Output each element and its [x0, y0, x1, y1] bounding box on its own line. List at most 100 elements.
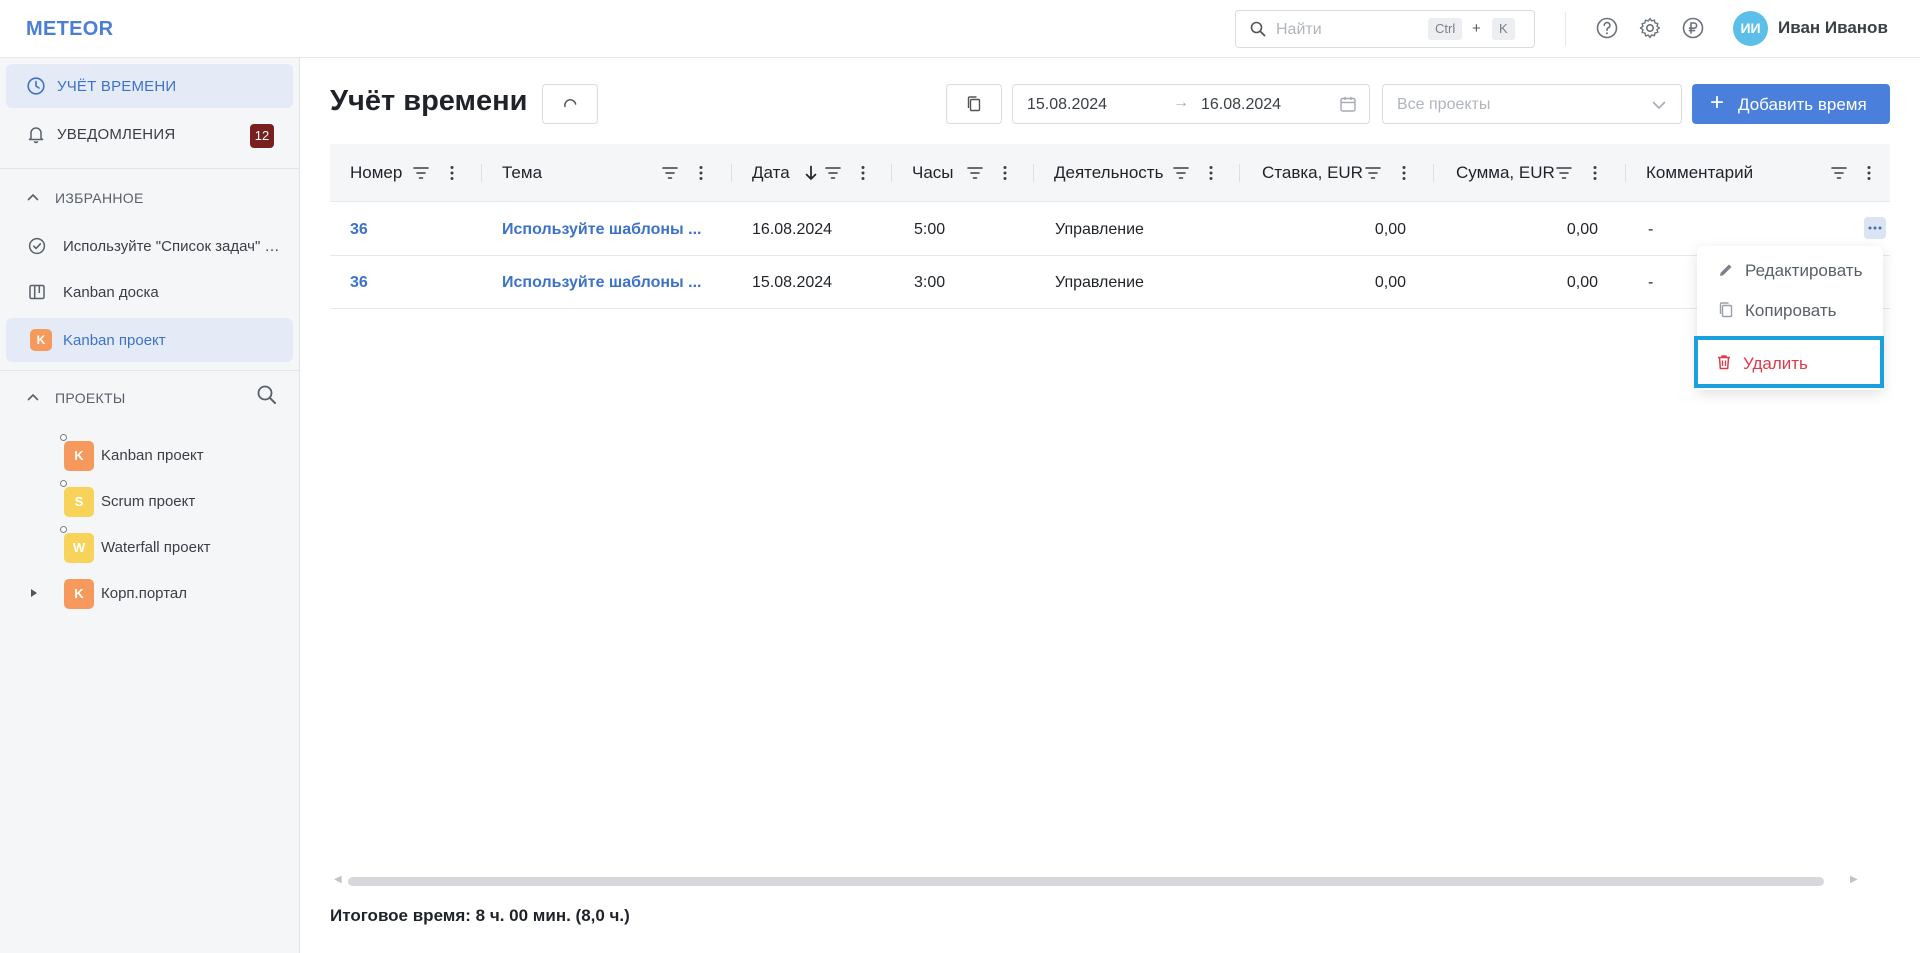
bell-icon — [28, 127, 44, 144]
column-label: Сумма, EUR — [1456, 163, 1555, 182]
refresh-button[interactable] — [542, 84, 598, 124]
column-header-date[interactable]: Дата — [732, 144, 892, 202]
notification-count-badge: 12 — [250, 124, 274, 148]
chevron-up-icon — [27, 193, 39, 201]
project-item-scrum[interactable]: S Scrum проект — [0, 479, 300, 519]
filter-icon[interactable] — [412, 164, 430, 182]
row-actions-button[interactable] — [1864, 217, 1886, 239]
pencil-icon — [1720, 264, 1732, 276]
project-filter-select[interactable]: Все проекты — [1382, 84, 1682, 124]
column-header-hours[interactable]: Часы — [892, 144, 1034, 202]
horizontal-scrollbar-thumb[interactable] — [348, 877, 1824, 886]
search-box[interactable]: Найти Ctrl + K — [1235, 10, 1535, 48]
project-item-kanban[interactable]: K Kanban проект — [0, 433, 300, 473]
project-item-label: Корп.портал — [101, 585, 187, 602]
cell-subject-link[interactable]: Используйте шаблоны ... — [502, 274, 701, 292]
chevron-down-icon — [1652, 101, 1666, 110]
project-badge: K — [30, 329, 52, 351]
add-time-button[interactable]: + Добавить время — [1692, 84, 1890, 124]
more-vertical-icon[interactable] — [854, 164, 872, 182]
gear-icon[interactable] — [1638, 16, 1662, 40]
project-badge: S — [64, 487, 94, 517]
date-arrow: → — [1173, 94, 1189, 111]
column-header-subject[interactable]: Тема — [482, 144, 732, 202]
sort-descending-icon[interactable] — [802, 164, 820, 182]
filter-icon[interactable] — [1830, 164, 1848, 182]
expand-caret-icon[interactable] — [31, 589, 37, 597]
favorites-section-header[interactable]: ИЗБРАННОЕ — [26, 186, 286, 210]
column-label: Номер — [350, 163, 403, 182]
refresh-icon — [564, 99, 577, 108]
column-header-activity[interactable]: Деятельность — [1034, 144, 1240, 202]
scroll-right-arrow[interactable]: ▶ — [1850, 874, 1858, 885]
tree-dot — [60, 480, 67, 487]
filter-icon[interactable] — [824, 164, 842, 182]
column-label: Часы — [912, 163, 954, 182]
menu-item-copy[interactable]: Копировать — [1697, 290, 1883, 330]
cell-sum: 0,00 — [1566, 221, 1598, 238]
avatar[interactable]: ИИ — [1733, 11, 1768, 46]
clock-icon — [27, 77, 45, 95]
column-label: Тема — [502, 163, 543, 182]
shortcut-ctrl: Ctrl — [1428, 18, 1463, 40]
plus-icon: + — [1710, 89, 1725, 116]
column-label: Ставка, EUR — [1262, 163, 1363, 182]
column-header-number[interactable]: Номер — [330, 144, 482, 202]
search-placeholder: Найти — [1276, 21, 1322, 38]
project-item-corp-portal[interactable]: K Корп.портал — [0, 571, 300, 611]
more-vertical-icon[interactable] — [1395, 164, 1413, 182]
more-vertical-icon[interactable] — [996, 164, 1014, 182]
column-header-rate[interactable]: Ставка, EUR — [1240, 144, 1434, 202]
table-row[interactable]: 36 Используйте шаблоны ... 15.08.2024 3:… — [330, 256, 1890, 309]
date-from[interactable]: 15.08.2024 — [1027, 96, 1107, 114]
filter-icon[interactable] — [1364, 164, 1382, 182]
cell-hours: 3:00 — [914, 274, 946, 291]
cell-number-link[interactable]: 36 — [350, 274, 368, 292]
more-vertical-icon[interactable] — [692, 164, 710, 182]
table-row[interactable]: 36 Используйте шаблоны ... 16.08.2024 5:… — [330, 203, 1890, 256]
date-to[interactable]: 16.08.2024 — [1201, 96, 1281, 114]
cell-comment: - — [1648, 274, 1654, 291]
filter-icon[interactable] — [966, 164, 984, 182]
sidebar-item-label: УВЕДОМЛЕНИЯ — [57, 126, 176, 143]
project-item-label: Waterfall проект — [101, 539, 211, 556]
favorite-item-task-list[interactable]: Используйте "Список задач" для планирова… — [6, 224, 293, 268]
sidebar-item-time-tracking[interactable]: УЧЁТ ВРЕМЕНИ — [6, 64, 293, 108]
projects-section-header[interactable]: ПРОЕКТЫ — [26, 384, 286, 408]
search-icon[interactable] — [256, 384, 278, 406]
more-vertical-icon[interactable] — [443, 164, 461, 182]
project-badge: K — [64, 441, 94, 471]
filter-icon[interactable] — [661, 164, 679, 182]
more-vertical-icon[interactable] — [1586, 164, 1604, 182]
scroll-left-arrow[interactable]: ◀ — [334, 874, 342, 885]
date-range-picker[interactable]: 15.08.2024 → 16.08.2024 — [1012, 84, 1370, 124]
column-label: Деятельность — [1054, 163, 1164, 182]
shortcut-k: K — [1492, 18, 1515, 40]
favorite-item-kanban-project[interactable]: K Kanban проект — [6, 318, 293, 362]
help-icon[interactable] — [1595, 16, 1619, 40]
menu-item-edit[interactable]: Редактировать — [1697, 250, 1883, 290]
cell-subject-link[interactable]: Используйте шаблоны ... — [502, 221, 701, 239]
sidebar-item-notifications[interactable]: УВЕДОМЛЕНИЯ 12 — [6, 112, 293, 156]
menu-item-delete[interactable]: Удалить — [1694, 336, 1884, 388]
favorite-item-kanban-board[interactable]: Kanban доска — [6, 270, 293, 314]
export-button[interactable] — [946, 84, 1002, 124]
app-logo[interactable]: METEOR — [26, 18, 113, 41]
project-badge: W — [64, 533, 94, 563]
projects-title: ПРОЕКТЫ — [55, 390, 126, 406]
filter-icon[interactable] — [1172, 164, 1190, 182]
more-vertical-icon[interactable] — [1860, 164, 1878, 182]
user-name[interactable]: Иван Иванов — [1778, 18, 1888, 38]
ruble-icon[interactable] — [1681, 16, 1705, 40]
more-vertical-icon[interactable] — [1202, 164, 1220, 182]
tree-dot — [60, 526, 67, 533]
column-header-sum[interactable]: Сумма, EUR — [1434, 144, 1626, 202]
column-header-comment[interactable]: Комментарий — [1626, 144, 1890, 202]
filter-icon[interactable] — [1555, 164, 1573, 182]
check-circle-icon — [28, 237, 46, 255]
topbar-divider — [1565, 12, 1566, 46]
page-title: Учёт времени — [330, 85, 528, 117]
cell-number-link[interactable]: 36 — [350, 221, 368, 239]
project-item-waterfall[interactable]: W Waterfall проект — [0, 525, 300, 565]
copy-icon — [1719, 302, 1733, 318]
